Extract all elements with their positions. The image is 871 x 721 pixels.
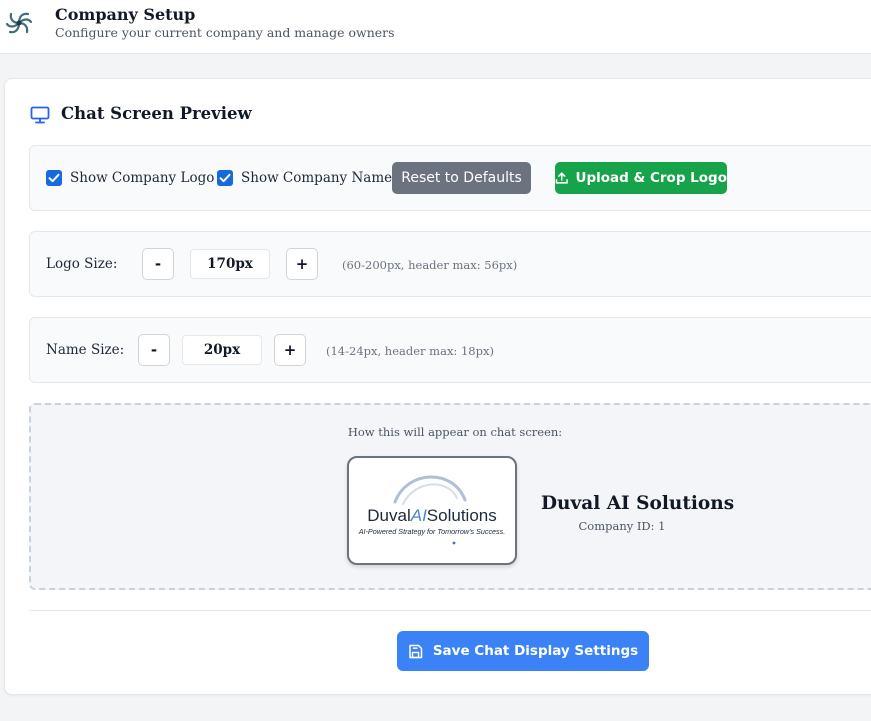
- logo-brand-suffix: Solutions: [427, 506, 497, 525]
- logo-size-decrement-button[interactable]: -: [142, 248, 174, 280]
- logo-size-panel: Logo Size: - 170px + (60-200px, header m…: [29, 231, 871, 297]
- page-subtitle: Configure your current company and manag…: [55, 25, 395, 40]
- preview-company-name: Duval AI Solutions: [541, 493, 735, 514]
- logo-tagline: AI-Powered Strategy for Tomorrow's Succe…: [358, 527, 506, 536]
- show-name-checkbox[interactable]: [217, 170, 233, 186]
- upload-button-label: Upload & Crop Logo: [575, 170, 728, 186]
- save-chat-display-settings-button[interactable]: Save Chat Display Settings: [397, 631, 649, 671]
- duval-logo-image: DuvalAISolutions AI-Powered Strategy for…: [358, 475, 506, 545]
- logo-size-value[interactable]: 170px: [190, 249, 270, 279]
- divider: [29, 610, 871, 611]
- svg-text:DuvalAISolutions: DuvalAISolutions: [367, 506, 496, 525]
- spiral-logo-icon: [5, 12, 33, 34]
- preview-caption: How this will appear on chat screen:: [347, 425, 563, 439]
- section-title: Chat Screen Preview: [61, 104, 252, 123]
- save-button-label: Save Chat Display Settings: [432, 643, 639, 659]
- show-name-label[interactable]: Show Company Name: [241, 170, 392, 186]
- name-size-decrement-button[interactable]: -: [138, 334, 170, 366]
- name-size-panel: Name Size: - 20px + (14-24px, header max…: [29, 317, 871, 383]
- name-size-hint: (14-24px, header max: 18px): [326, 344, 494, 358]
- reset-defaults-button[interactable]: Reset to Defaults: [392, 162, 531, 194]
- logo-brand-ai: AI: [410, 506, 427, 525]
- upload-crop-logo-button[interactable]: Upload & Crop Logo: [555, 162, 727, 194]
- logo-brand-name: Duval: [367, 506, 410, 525]
- name-size-increment-button[interactable]: +: [274, 334, 306, 366]
- save-icon: [409, 644, 423, 658]
- chat-screen-preview: How this will appear on chat screen: Duv…: [29, 403, 871, 590]
- monitor-icon: [30, 106, 50, 124]
- preview-company-id: Company ID: 1: [578, 519, 666, 533]
- page-title: Company Setup: [55, 5, 196, 24]
- show-logo-label[interactable]: Show Company Logo: [70, 170, 214, 186]
- upload-icon: [555, 172, 568, 184]
- chat-preview-card: Chat Screen Preview Show Company Logo Sh…: [4, 78, 871, 695]
- logo-size-increment-button[interactable]: +: [286, 248, 318, 280]
- name-size-label: Name Size:: [46, 342, 125, 358]
- show-logo-checkbox[interactable]: [46, 170, 62, 186]
- top-header: Company Setup Configure your current com…: [0, 0, 871, 54]
- logo-size-label: Logo Size:: [46, 256, 118, 272]
- name-size-value[interactable]: 20px: [182, 335, 262, 365]
- company-logo-preview: DuvalAISolutions AI-Powered Strategy for…: [347, 456, 517, 565]
- logo-size-hint: (60-200px, header max: 56px): [342, 258, 518, 272]
- display-options-panel: Show Company Logo Show Company Name Rese…: [29, 145, 871, 211]
